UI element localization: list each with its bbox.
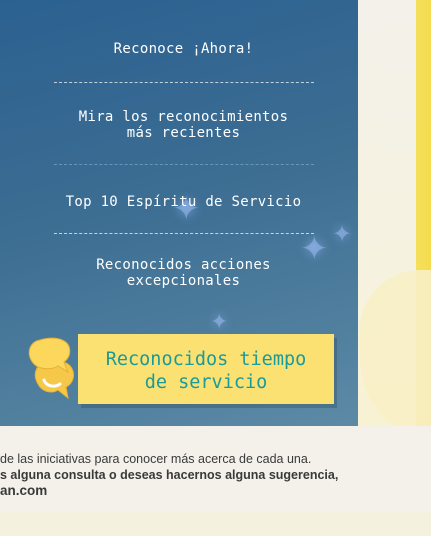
menu-divider — [54, 233, 314, 234]
menu-item-label: Top 10 Espíritu de Servicio — [65, 194, 302, 210]
footer-line-2: s alguna consulta o deseas hacernos algu… — [0, 468, 339, 482]
banner-label-line1: Reconocidos tiempo — [105, 349, 307, 370]
tiempo-servicio-button[interactable]: Reconocidos tiempo de servicio — [78, 334, 334, 404]
menu-item-label: más recientes — [126, 125, 241, 141]
speech-bubbles-icon — [28, 337, 74, 400]
menu-item-label: excepcionales — [126, 273, 241, 289]
menu-item-acciones-excepcionales[interactable]: Reconocidos acciones excepcionales — [40, 257, 327, 289]
menu-item-recientes[interactable]: Mira los reconocimientos más recientes — [40, 109, 327, 141]
footer-line-1: de las iniciativas para conocer más acer… — [0, 452, 312, 466]
menu-item-label: Reconoce ¡Ahora! — [113, 41, 254, 57]
banner-label: Reconocidos tiempo de servicio — [78, 348, 334, 394]
menu-item-label: Mira los reconocimientos — [78, 109, 289, 125]
recognition-menu-panel: ✦ ✦ ✦ ✦ Reconoce ¡Ahora! Mira los recono… — [0, 0, 358, 426]
menu-item-reconoce-ahora[interactable]: Reconoce ¡Ahora! — [40, 41, 327, 57]
menu-item-label: Reconocidos acciones — [96, 257, 271, 273]
contact-email-link[interactable]: an.com — [0, 483, 338, 499]
footer-bottom-strip — [0, 512, 431, 536]
footer-info: de las iniciativas para conocer más acer… — [0, 451, 338, 499]
sparkle-icon: ✦ — [332, 220, 353, 248]
menu-item-top-10[interactable]: Top 10 Espíritu de Servicio — [40, 194, 327, 210]
banner-label-line2: de servicio — [144, 372, 268, 393]
sparkle-icon: ✦ — [210, 310, 229, 335]
menu-divider — [54, 82, 314, 83]
menu-divider — [54, 164, 314, 165]
